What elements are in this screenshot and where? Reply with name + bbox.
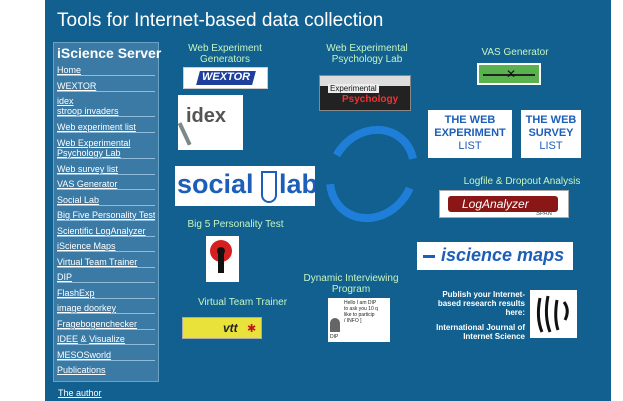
wexp-lab-logo[interactable]: Experimental Psychology: [319, 75, 411, 111]
ijis-glyph-icon: [536, 295, 569, 333]
vtt-label: vtt: [223, 321, 238, 335]
flask-icon: [261, 171, 277, 203]
page: Tools for Internet-based data collection…: [45, 0, 611, 401]
nav-social-lab[interactable]: Social Lab: [57, 195, 155, 206]
nav-amp: &: [80, 334, 87, 344]
nav-big-five[interactable]: Big Five Personality Test: [57, 210, 155, 221]
nav-dip[interactable]: DIP: [57, 272, 155, 283]
wextor-logo[interactable]: WEXTOR: [183, 67, 268, 89]
sidebar-heading: iScience Server: [57, 45, 162, 61]
nav-image-doorkey[interactable]: image doorkey: [57, 303, 155, 314]
nav-iscience-maps[interactable]: iScience Maps: [57, 241, 155, 252]
wextor-label: WEXTOR: [202, 71, 251, 83]
nav-web-experiment-list[interactable]: Web experiment list: [57, 122, 155, 133]
caption-wexp-lab: Web Experimental Psychology Lab: [317, 43, 417, 65]
wsl-line-3: LIST: [539, 140, 563, 152]
ijis-logo[interactable]: [530, 290, 577, 338]
lab-label: lab: [279, 169, 315, 199]
big5-logo[interactable]: [206, 236, 239, 282]
iscience-maps-label: iscience maps: [441, 245, 565, 265]
caption-logfile: Logfile & Dropout Analysis: [463, 176, 581, 187]
caption-line: Program: [331, 284, 371, 295]
person-icon: [330, 318, 340, 332]
dip-label: DIP: [330, 334, 339, 340]
vtt-logo[interactable]: vtt ✱: [182, 317, 262, 339]
caption-vas-generator: VAS Generator: [481, 47, 549, 58]
caption-web-experiment-generators: Web Experiment Generators: [175, 43, 275, 65]
caption-dip: Dynamic Interviewing Program: [298, 273, 404, 295]
caption-line: Psychology Lab: [331, 54, 403, 65]
cursor-icon: ✕: [506, 67, 517, 81]
nav-idex[interactable]: idex: [57, 96, 155, 106]
nav-web-survey-list[interactable]: Web survey list: [57, 164, 155, 175]
caption-big5: Big 5 Personality Test: [187, 219, 284, 230]
publish-line: International Journal of: [436, 323, 525, 332]
publish-line: Publish your Internet-: [442, 290, 525, 299]
nav-home[interactable]: Home: [57, 65, 155, 76]
nav-psychology-lab[interactable]: Psychology Lab: [57, 148, 155, 159]
caption-line: Web Experimental: [326, 43, 408, 54]
wel-line-3: LIST: [458, 140, 482, 152]
nav-visualize[interactable]: Visualize: [89, 334, 125, 344]
publish-line[interactable]: Internet Science: [421, 332, 525, 341]
nav-idee[interactable]: IDEE: [57, 334, 78, 344]
nav-virtual-team-trainer[interactable]: Virtual Team Trainer: [57, 257, 155, 268]
wel-line-1: THE WEB: [444, 114, 496, 126]
publish-line: here:: [505, 308, 525, 317]
lab-label-1: Experimental: [328, 84, 379, 93]
caption-line: Dynamic Interviewing: [303, 273, 399, 284]
idex-logo[interactable]: idex: [178, 95, 243, 150]
author-link[interactable]: The author: [58, 388, 102, 398]
wsl-line-1: THE WEB: [525, 114, 577, 126]
la-tag: SPAN: [536, 211, 552, 217]
nav-vas-generator[interactable]: VAS Generator: [57, 179, 155, 190]
vas-logo[interactable]: ✕: [477, 63, 541, 85]
nav-web-experimental[interactable]: Web Experimental: [57, 138, 155, 148]
loganalyzer-logo[interactable]: LogAnalyzer SPAN: [439, 190, 569, 218]
nav-mesosworld[interactable]: MESOSworld: [57, 350, 155, 361]
maps-dash: [423, 255, 435, 258]
wel-line-2: EXPERIMENT: [434, 127, 506, 139]
dip-logo[interactable]: Hello I am DIP to ask you 10 q like to p…: [328, 298, 390, 342]
nav-wextor[interactable]: WEXTOR: [57, 81, 155, 92]
caption-line: Generators: [199, 54, 251, 65]
nav-fragebogenchecker[interactable]: Fragebogenchecker: [57, 319, 155, 330]
page-title: Tools for Internet-based data collection: [57, 10, 384, 31]
wsl-line-2: SURVEY: [528, 127, 574, 139]
social-label: social: [177, 169, 254, 199]
keyhole-stem: [218, 253, 224, 273]
nav-idee-row: IDEE & Visualize: [57, 334, 155, 345]
caption-line: Web Experiment: [188, 43, 262, 54]
web-experiment-list-logo[interactable]: THE WEB EXPERIMENT LIST: [428, 110, 512, 158]
nav-stroop-invaders[interactable]: stroop invaders: [57, 106, 155, 117]
lab-label-2: Psychology: [342, 94, 399, 105]
la-label: LogAnalyzer: [462, 197, 529, 211]
caption-vtt: Virtual Team Trainer: [197, 297, 288, 308]
iscience-maps-logo[interactable]: iscience maps: [417, 242, 573, 270]
publish-line: based research results: [437, 299, 525, 308]
publish-text: Publish your Internet- based research re…: [421, 290, 525, 341]
nav-loganalyzer[interactable]: Scientific LogAnalyzer: [57, 226, 155, 237]
cycle-arrows-icon: [325, 125, 419, 223]
nav-flashexp[interactable]: FlashExp: [57, 288, 155, 299]
puzzle-icon: ✱: [247, 323, 257, 335]
dip-text-4: / INFO ]: [344, 318, 362, 324]
social-lab-logo[interactable]: social lab: [175, 166, 315, 206]
web-survey-list-logo[interactable]: THE WEB SURVEY LIST: [521, 110, 581, 158]
sidebar: iScience Server Home WEXTOR idex stroop …: [53, 42, 162, 382]
nav-publications[interactable]: Publications: [57, 365, 155, 375]
